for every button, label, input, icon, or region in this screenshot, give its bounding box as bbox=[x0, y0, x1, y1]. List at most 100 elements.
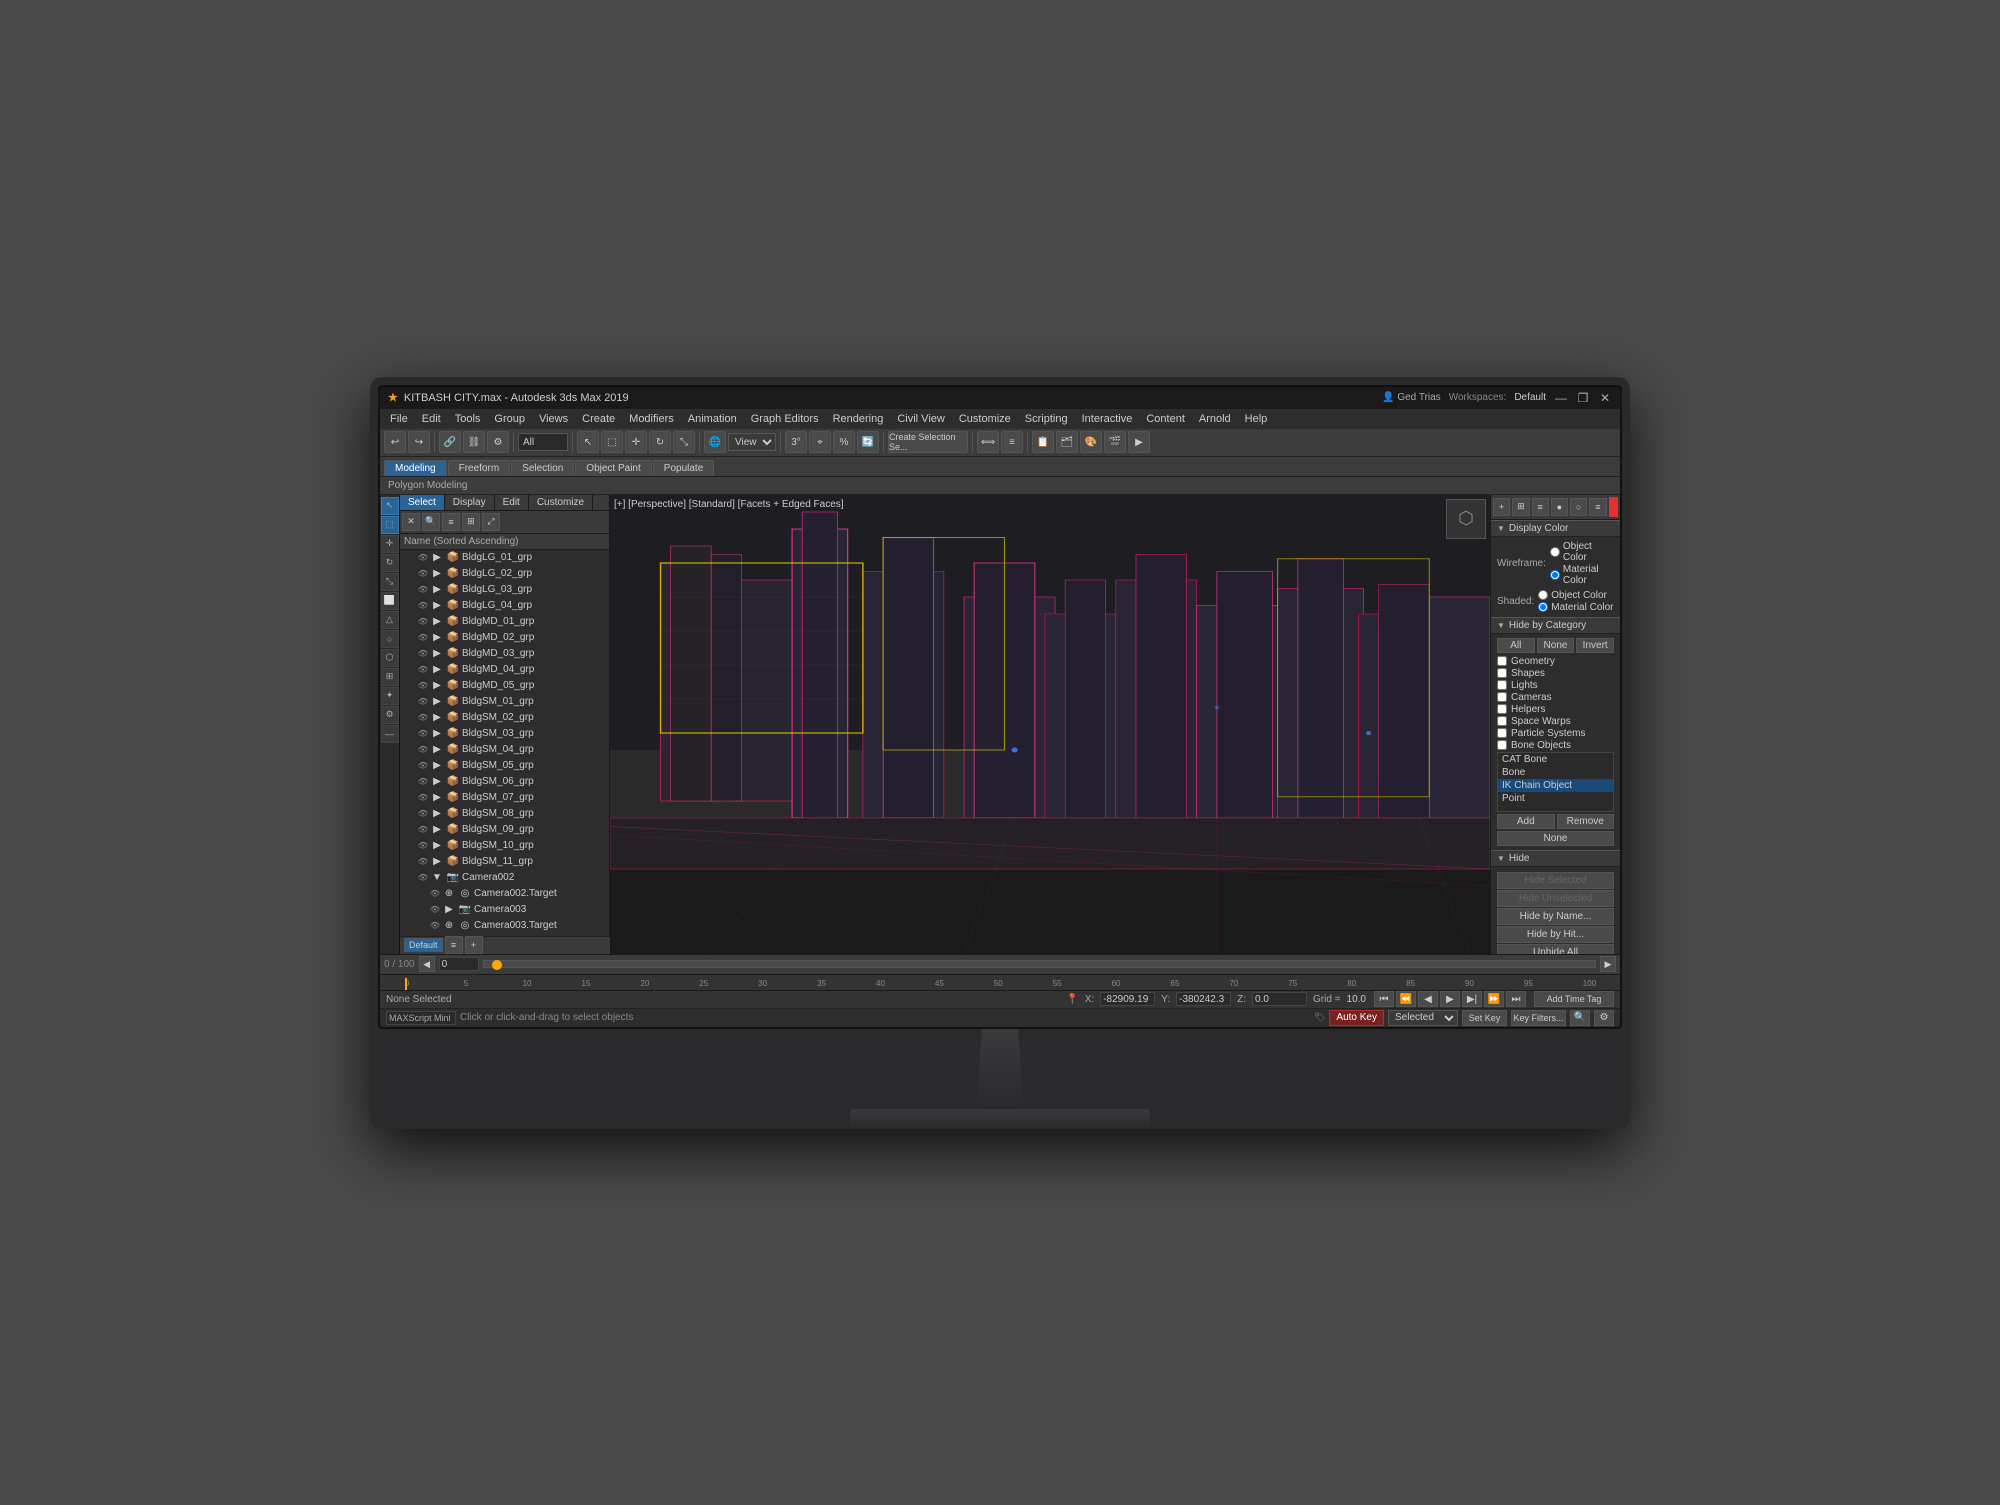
scene-item[interactable]: 👁▶📦BldgSM_09_grp bbox=[400, 822, 609, 838]
selected-dropdown[interactable]: Selected bbox=[1388, 1010, 1458, 1026]
shapes-check[interactable]: Shapes bbox=[1497, 668, 1614, 679]
menu-item-help[interactable]: Help bbox=[1239, 412, 1274, 426]
scene-item[interactable]: 👁▼📷Camera002 bbox=[400, 870, 609, 886]
visibility-icon[interactable]: 👁 bbox=[416, 807, 430, 821]
scene-item[interactable]: 👁▶📦BldgMD_04_grp bbox=[400, 662, 609, 678]
spinner-snap-btn[interactable]: 🔄 bbox=[857, 431, 879, 453]
move-btn[interactable]: ✛ bbox=[625, 431, 647, 453]
expand-icon[interactable]: ▶ bbox=[430, 583, 444, 597]
hbc-invert-btn[interactable]: Invert bbox=[1576, 638, 1614, 653]
hbc-none-btn[interactable]: None bbox=[1537, 638, 1575, 653]
cat-remove-btn[interactable]: Remove bbox=[1557, 814, 1615, 829]
visibility-icon[interactable]: 👁 bbox=[416, 615, 430, 629]
shaded-material-color[interactable]: Material Color bbox=[1538, 602, 1613, 613]
menu-item-civil-view[interactable]: Civil View bbox=[891, 412, 950, 426]
scene-item[interactable]: 👁▶📷Camera003 bbox=[400, 902, 609, 918]
play-btn[interactable]: ▶ bbox=[1440, 991, 1460, 1007]
left-tool-btn-7[interactable]: ○ bbox=[381, 630, 399, 648]
scale-btn[interactable]: ⤡ bbox=[673, 431, 695, 453]
menu-item-arnold[interactable]: Arnold bbox=[1193, 412, 1237, 426]
visibility-icon[interactable]: 👁 bbox=[416, 839, 430, 853]
visibility-icon[interactable]: 👁 bbox=[416, 583, 430, 597]
timeline-cursor[interactable] bbox=[405, 978, 407, 990]
prev-frame-btn[interactable]: ◀ bbox=[1418, 991, 1438, 1007]
scene-tab-customize[interactable]: Customize bbox=[529, 495, 593, 510]
scene-item[interactable]: 👁▶📦BldgSM_08_grp bbox=[400, 806, 609, 822]
scene-item[interactable]: 👁▶📦BldgSM_10_grp bbox=[400, 838, 609, 854]
tab-populate[interactable]: Populate bbox=[653, 460, 714, 476]
layer-add-btn[interactable]: + bbox=[465, 936, 483, 954]
visibility-icon[interactable]: 👁 bbox=[416, 631, 430, 645]
scene-item[interactable]: 👁▶📦BldgSM_07_grp bbox=[400, 790, 609, 806]
key-filters-btn[interactable]: Key Filters... bbox=[1511, 1010, 1566, 1026]
menu-item-group[interactable]: Group bbox=[488, 412, 531, 426]
menu-item-edit[interactable]: Edit bbox=[416, 412, 447, 426]
material-editor-btn[interactable]: 🎨 bbox=[1080, 431, 1102, 453]
rp-btn6[interactable]: ≡ bbox=[1589, 498, 1606, 516]
timeline-end-btn[interactable]: ▶ bbox=[1600, 956, 1616, 972]
expand-icon[interactable]: ▶ bbox=[430, 631, 444, 645]
tab-freeform[interactable]: Freeform bbox=[448, 460, 511, 476]
scene-tab-display[interactable]: Display bbox=[445, 495, 495, 510]
ref-coord-btn[interactable]: 🌐 bbox=[704, 431, 726, 453]
left-tool-btn-5[interactable]: ⬜ bbox=[381, 592, 399, 610]
expand-icon[interactable]: ▶ bbox=[442, 903, 456, 917]
tab-selection[interactable]: Selection bbox=[511, 460, 574, 476]
expand-icon[interactable]: ▶ bbox=[430, 743, 444, 757]
rotate-btn[interactable]: ↻ bbox=[649, 431, 671, 453]
hide-btn-hide-by-name[interactable]: Hide by Name... bbox=[1497, 908, 1614, 925]
left-tool-btn-11[interactable]: ⚙ bbox=[381, 706, 399, 724]
left-tool-btn-6[interactable]: △ bbox=[381, 611, 399, 629]
visibility-icon[interactable]: 👁 bbox=[416, 871, 430, 885]
lights-check[interactable]: Lights bbox=[1497, 680, 1614, 691]
hide-by-category-header[interactable]: Hide by Category bbox=[1491, 617, 1620, 634]
left-tool-btn-0[interactable]: ↖ bbox=[381, 497, 399, 515]
scene-item[interactable]: 👁▶📦BldgLG_01_grp bbox=[400, 550, 609, 566]
expand-icon[interactable]: ▶ bbox=[430, 679, 444, 693]
expand-icon[interactable]: ▶ bbox=[430, 647, 444, 661]
undo-button[interactable]: ↩ bbox=[384, 431, 406, 453]
menu-item-views[interactable]: Views bbox=[533, 412, 574, 426]
rp-btn5[interactable]: ○ bbox=[1570, 498, 1587, 516]
cat-list[interactable]: CAT BoneBoneIK Chain ObjectPoint bbox=[1497, 752, 1614, 812]
visibility-icon[interactable]: 👁 bbox=[416, 711, 430, 725]
unlink-button[interactable]: ⛓ bbox=[463, 431, 485, 453]
left-tool-btn-10[interactable]: ✦ bbox=[381, 687, 399, 705]
geometry-check[interactable]: Geometry bbox=[1497, 656, 1614, 667]
z-input[interactable] bbox=[1252, 992, 1307, 1006]
menu-item-rendering[interactable]: Rendering bbox=[827, 412, 890, 426]
add-time-tag-btn[interactable]: Add Time Tag bbox=[1534, 991, 1614, 1007]
scene-item[interactable]: 👁▶📦BldgSM_05_grp bbox=[400, 758, 609, 774]
create-sel-btn[interactable]: Create Selection Se... bbox=[888, 431, 968, 453]
menu-item-file[interactable]: File bbox=[384, 412, 414, 426]
tab-object-paint[interactable]: Object Paint bbox=[575, 460, 651, 476]
select-region-btn[interactable]: ⬚ bbox=[601, 431, 623, 453]
rp-btn3[interactable]: ≡ bbox=[1532, 498, 1549, 516]
viewport-nav-widget[interactable]: ⬡ bbox=[1446, 499, 1486, 539]
link-button[interactable]: 🔗 bbox=[439, 431, 461, 453]
visibility-icon[interactable]: 👁 bbox=[428, 887, 442, 901]
scene-tab-edit[interactable]: Edit bbox=[495, 495, 529, 510]
scene-item[interactable]: 👁▶📦BldgSM_04_grp bbox=[400, 742, 609, 758]
scene-item[interactable]: 👁▶📦BldgSM_01_grp bbox=[400, 694, 609, 710]
visibility-icon[interactable]: 👁 bbox=[416, 727, 430, 741]
extra-btn1[interactable]: 🔍 bbox=[1570, 1010, 1590, 1026]
visibility-icon[interactable]: 👁 bbox=[416, 599, 430, 613]
align-btn[interactable]: ≡ bbox=[1001, 431, 1023, 453]
cat-list-item[interactable]: CAT Bone bbox=[1498, 753, 1613, 766]
extra-btn2[interactable]: ⚙ bbox=[1594, 1010, 1614, 1026]
cat-none-btn[interactable]: None bbox=[1497, 831, 1614, 846]
timeline-expand-btn[interactable]: ◀ bbox=[419, 956, 435, 972]
scene-item[interactable]: 👁▶📦BldgSM_11_grp bbox=[400, 854, 609, 870]
angle-snap-btn[interactable]: 3° bbox=[785, 431, 807, 453]
particles-check[interactable]: Particle Systems bbox=[1497, 728, 1614, 739]
visibility-icon[interactable]: 👁 bbox=[416, 759, 430, 773]
menu-item-customize[interactable]: Customize bbox=[953, 412, 1017, 426]
x-input[interactable] bbox=[1100, 992, 1155, 1006]
left-tool-btn-2[interactable]: ✛ bbox=[381, 535, 399, 553]
select-filter-input[interactable] bbox=[518, 433, 568, 451]
timeline-input[interactable] bbox=[439, 957, 479, 971]
scene-item[interactable]: 👁▶📦BldgLG_04_grp bbox=[400, 598, 609, 614]
menu-item-tools[interactable]: Tools bbox=[449, 412, 487, 426]
next-key-btn[interactable]: ⏩ bbox=[1484, 991, 1504, 1007]
